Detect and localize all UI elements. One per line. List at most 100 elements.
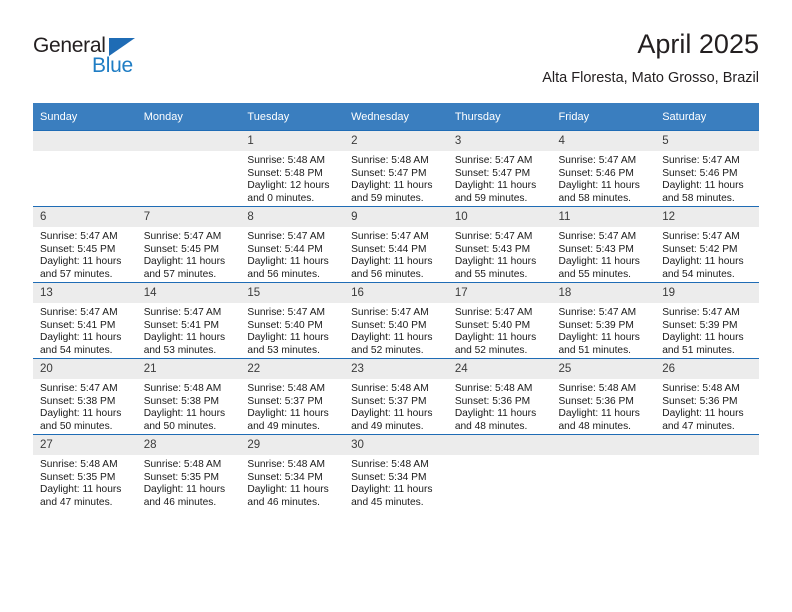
day-number: 1 xyxy=(240,131,345,151)
calendar-day-cell[interactable]: 15 Sunrise: 5:47 AM Sunset: 5:40 PM Dayligh… xyxy=(240,282,345,359)
calendar-day-cell[interactable]: 3 Sunrise: 5:47 AM Sunset: 5:47 PM Daylight… xyxy=(447,130,552,207)
calendar-day-cell[interactable]: 18 Sunrise: 5:47 AM Sunset: 5:39 PM Dayligh… xyxy=(551,282,656,359)
day-number: 19 xyxy=(655,283,759,303)
calendar-day-cell[interactable]: 10 Sunrise: 5:47 AM Sunset: 5:43 PM Dayligh… xyxy=(447,206,552,283)
calendar-day-cell[interactable]: 28 Sunrise: 5:48 AM Sunset: 5:35 PM Dayligh… xyxy=(136,434,241,510)
calendar-day-cell[interactable]: 29 Sunrise: 5:48 AM Sunset: 5:34 PM Dayligh… xyxy=(240,434,345,510)
sunrise-text: Sunrise: 5:47 AM xyxy=(247,231,325,242)
day-number: 22 xyxy=(240,359,345,379)
calendar-day-cell[interactable]: 11 Sunrise: 5:47 AM Sunset: 5:43 PM Dayligh… xyxy=(551,206,656,283)
sunrise-text: Sunrise: 5:47 AM xyxy=(351,231,429,242)
calendar-day-cell[interactable]: 20 Sunrise: 5:47 AM Sunset: 5:38 PM Dayligh… xyxy=(33,358,137,435)
daylight-text-line1: Daylight: 11 hours xyxy=(454,180,537,192)
day-number: 13 xyxy=(33,283,137,303)
daylight-text-line1: Daylight: 11 hours xyxy=(558,256,640,268)
title-block: April 2025 Alta Floresta, Mato Grosso, B… xyxy=(542,28,759,88)
daylight-text-line1: Daylight: 11 hours xyxy=(247,484,329,496)
daylight-text-line2: and 57 minutes. xyxy=(143,268,217,280)
daylight-text-line2: and 47 minutes. xyxy=(662,420,735,432)
day-number: 18 xyxy=(551,283,656,303)
daylight-text-line2: and 59 minutes. xyxy=(454,192,528,204)
calendar-day-cell[interactable]: 30 Sunrise: 5:48 AM Sunset: 5:34 PM Dayligh… xyxy=(344,434,448,510)
daylight-text-line2: and 53 minutes. xyxy=(143,344,217,356)
calendar-week-row: 13 Sunrise: 5:47 AM Sunset: 5:41 PM Dayligh… xyxy=(33,282,759,359)
daylight-text-line2: and 59 minutes. xyxy=(351,192,424,204)
sunrise-text: Sunrise: 5:47 AM xyxy=(40,231,118,242)
day-details: Sunrise: 5:48 AM Sunset: 5:34 PM Daylight:… xyxy=(240,455,344,509)
daylight-text-line2: and 50 minutes. xyxy=(40,420,113,432)
daylight-text-line1: Daylight: 11 hours xyxy=(454,256,537,268)
sunset-text: Sunset: 5:39 PM xyxy=(662,319,738,331)
day-details: Sunrise: 5:48 AM Sunset: 5:34 PM Daylight:… xyxy=(344,455,448,509)
sunrise-text: Sunrise: 5:48 AM xyxy=(247,383,325,394)
daylight-text-line2: and 55 minutes. xyxy=(454,268,528,280)
daylight-text-line2: and 54 minutes. xyxy=(662,268,735,280)
day-number: 28 xyxy=(136,435,241,455)
day-details: Sunrise: 5:47 AM Sunset: 5:45 PM Daylight:… xyxy=(33,227,137,281)
sunrise-text: Sunrise: 5:47 AM xyxy=(40,307,118,318)
weekday-header-sunday: Sunday xyxy=(33,103,137,131)
calendar-day-cell[interactable]: 22 Sunrise: 5:48 AM Sunset: 5:37 PM Dayligh… xyxy=(240,358,345,435)
calendar-header-row: Sunday Monday Tuesday Wednesday Thursday… xyxy=(33,103,759,131)
sunset-text: Sunset: 5:40 PM xyxy=(351,319,427,331)
sunset-text: Sunset: 5:34 PM xyxy=(247,471,323,483)
daylight-text-line1: Daylight: 11 hours xyxy=(454,408,537,420)
daylight-text-line2: and 55 minutes. xyxy=(558,268,632,280)
day-details: Sunrise: 5:48 AM Sunset: 5:35 PM Daylight:… xyxy=(137,455,241,509)
daylight-text-line2: and 54 minutes. xyxy=(40,344,113,356)
calendar-day-cell[interactable]: 23 Sunrise: 5:48 AM Sunset: 5:37 PM Dayligh… xyxy=(344,358,448,435)
daylight-text-line1: Daylight: 11 hours xyxy=(40,484,122,496)
day-number: 11 xyxy=(551,207,656,227)
daylight-text-line2: and 46 minutes. xyxy=(143,496,217,508)
calendar-day-cell[interactable]: 25 Sunrise: 5:48 AM Sunset: 5:36 PM Dayligh… xyxy=(551,358,656,435)
day-details: Sunrise: 5:47 AM Sunset: 5:41 PM Daylight:… xyxy=(137,303,241,357)
calendar-day-cell[interactable]: 13 Sunrise: 5:47 AM Sunset: 5:41 PM Dayligh… xyxy=(33,282,137,359)
sunset-text: Sunset: 5:47 PM xyxy=(454,167,531,179)
calendar-day-cell[interactable]: 19 Sunrise: 5:47 AM Sunset: 5:39 PM Dayligh… xyxy=(655,282,759,359)
daylight-text-line1: Daylight: 11 hours xyxy=(558,332,640,344)
day-number: 21 xyxy=(136,359,241,379)
calendar-week-row: 20 Sunrise: 5:47 AM Sunset: 5:38 PM Dayligh… xyxy=(33,358,759,435)
calendar-body: 1 Sunrise: 5:48 AM Sunset: 5:48 PM Daylight… xyxy=(33,130,759,510)
day-details: Sunrise: 5:47 AM Sunset: 5:43 PM Daylight:… xyxy=(448,227,552,281)
sunset-text: Sunset: 5:38 PM xyxy=(40,395,116,407)
general-blue-logo[interactable]: General Blue xyxy=(33,34,173,82)
sunrise-text: Sunrise: 5:48 AM xyxy=(143,383,222,394)
daylight-text-line2: and 56 minutes. xyxy=(247,268,320,280)
calendar-day-cell[interactable]: 1 Sunrise: 5:48 AM Sunset: 5:48 PM Daylight… xyxy=(240,130,345,207)
day-number: 17 xyxy=(447,283,552,303)
calendar-day-cell[interactable]: 8 Sunrise: 5:47 AM Sunset: 5:44 PM Daylight… xyxy=(240,206,345,283)
calendar-day-cell[interactable]: 7 Sunrise: 5:47 AM Sunset: 5:45 PM Daylight… xyxy=(136,206,241,283)
calendar-day-cell[interactable]: 6 Sunrise: 5:47 AM Sunset: 5:45 PM Daylight… xyxy=(33,206,137,283)
calendar-day-cell[interactable]: 16 Sunrise: 5:47 AM Sunset: 5:40 PM Dayligh… xyxy=(344,282,448,359)
daylight-text-line2: and 45 minutes. xyxy=(351,496,424,508)
sunset-text: Sunset: 5:43 PM xyxy=(454,243,531,255)
daylight-text-line1: Daylight: 11 hours xyxy=(143,408,226,420)
sunset-text: Sunset: 5:37 PM xyxy=(351,395,427,407)
calendar-day-cell[interactable]: 14 Sunrise: 5:47 AM Sunset: 5:41 PM Dayligh… xyxy=(136,282,241,359)
calendar-day-cell[interactable]: 5 Sunrise: 5:47 AM Sunset: 5:46 PM Daylight… xyxy=(655,130,759,207)
calendar-day-cell[interactable]: 26 Sunrise: 5:48 AM Sunset: 5:36 PM Dayligh… xyxy=(655,358,759,435)
sunset-text: Sunset: 5:35 PM xyxy=(143,471,220,483)
calendar-day-cell[interactable]: 21 Sunrise: 5:48 AM Sunset: 5:38 PM Dayligh… xyxy=(136,358,241,435)
calendar-day-cell[interactable]: 27 Sunrise: 5:48 AM Sunset: 5:35 PM Dayligh… xyxy=(33,434,137,510)
calendar-day-cell[interactable]: 4 Sunrise: 5:47 AM Sunset: 5:46 PM Daylight… xyxy=(551,130,656,207)
day-number: 8 xyxy=(240,207,345,227)
daylight-text-line1: Daylight: 11 hours xyxy=(351,484,433,496)
day-number: 16 xyxy=(344,283,448,303)
daylight-text-line2: and 47 minutes. xyxy=(40,496,113,508)
calendar-week-row: 1 Sunrise: 5:48 AM Sunset: 5:48 PM Daylight… xyxy=(33,130,759,207)
calendar-day-cell[interactable]: 24 Sunrise: 5:48 AM Sunset: 5:36 PM Dayligh… xyxy=(447,358,552,435)
daylight-text-line2: and 52 minutes. xyxy=(351,344,424,356)
calendar-day-cell[interactable]: 12 Sunrise: 5:47 AM Sunset: 5:42 PM Dayligh… xyxy=(655,206,759,283)
day-details: Sunrise: 5:48 AM Sunset: 5:37 PM Daylight:… xyxy=(344,379,448,433)
calendar-day-cell[interactable]: 2 Sunrise: 5:48 AM Sunset: 5:47 PM Daylight… xyxy=(344,130,448,207)
calendar-day-cell[interactable]: 9 Sunrise: 5:47 AM Sunset: 5:44 PM Daylight… xyxy=(344,206,448,283)
sunrise-text: Sunrise: 5:48 AM xyxy=(247,459,325,470)
daylight-text-line2: and 51 minutes. xyxy=(558,344,632,356)
calendar-day-cell[interactable]: 17 Sunrise: 5:47 AM Sunset: 5:40 PM Dayligh… xyxy=(447,282,552,359)
daylight-text-line2: and 48 minutes. xyxy=(558,420,632,432)
daylight-text-line2: and 56 minutes. xyxy=(351,268,424,280)
sunset-text: Sunset: 5:36 PM xyxy=(662,395,738,407)
day-details: Sunrise: 5:47 AM Sunset: 5:47 PM Daylight:… xyxy=(448,151,552,205)
